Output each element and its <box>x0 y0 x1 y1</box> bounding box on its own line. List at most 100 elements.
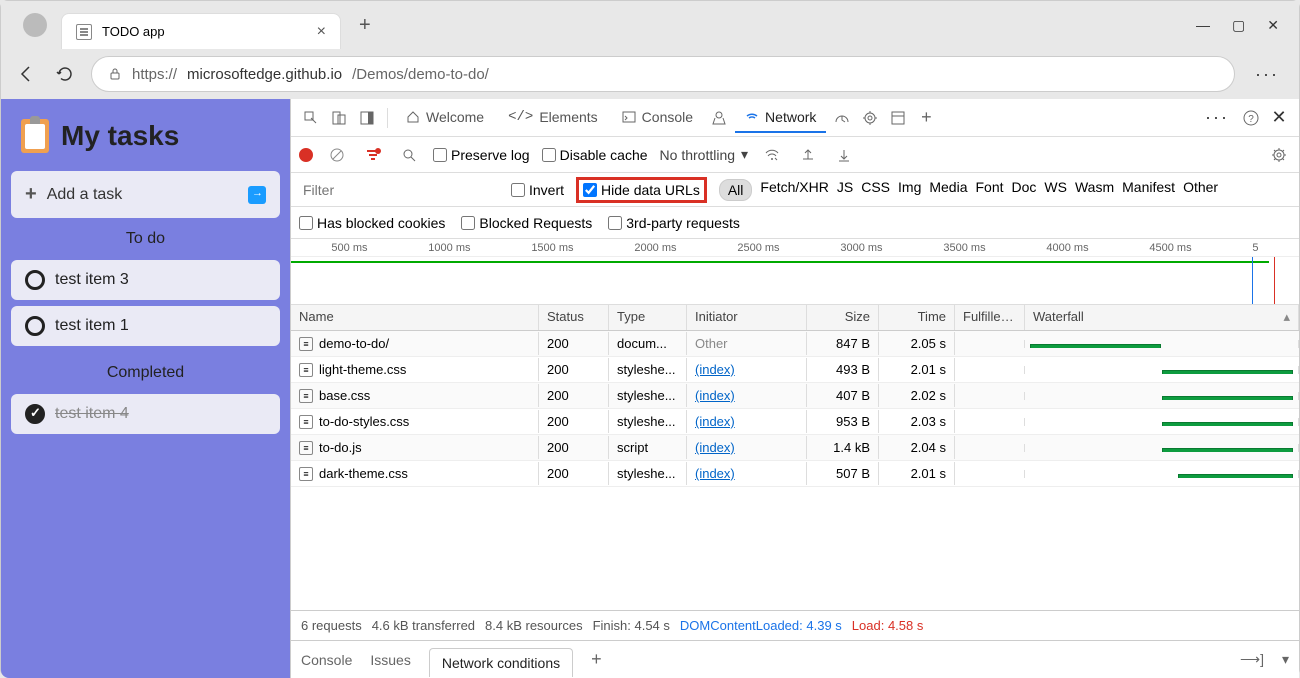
drawer-expand-icon[interactable]: ⟶] <box>1240 651 1264 668</box>
search-icon[interactable] <box>397 143 421 167</box>
task-checkbox[interactable] <box>25 316 45 336</box>
close-tab-icon[interactable]: × <box>317 23 326 41</box>
preserve-log-checkbox[interactable]: Preserve log <box>433 147 530 163</box>
dock-icon[interactable] <box>355 106 379 130</box>
performance-icon[interactable] <box>830 106 854 130</box>
new-tab-button[interactable]: + <box>353 14 377 37</box>
filter-type-ws[interactable]: WS <box>1044 179 1067 201</box>
close-window-icon[interactable]: ✕ <box>1267 17 1279 34</box>
task-item[interactable]: test item 3 <box>11 260 280 300</box>
request-row[interactable]: ≡to-do.js200script(index)1.4 kB2.04 s <box>291 435 1299 461</box>
tab-elements[interactable]: </>Elements <box>498 103 608 133</box>
refresh-button[interactable] <box>53 62 77 86</box>
tab-welcome[interactable]: Welcome <box>396 103 494 133</box>
task-checkbox[interactable] <box>25 270 45 290</box>
drawer-tab-network-conditions[interactable]: Network conditions <box>429 648 573 677</box>
close-devtools-icon[interactable]: ✕ <box>1267 106 1291 130</box>
application-icon[interactable] <box>886 106 910 130</box>
task-label: test item 3 <box>55 271 129 289</box>
request-row[interactable]: ≡base.css200styleshe...(index)407 B2.02 … <box>291 383 1299 409</box>
inspect-icon[interactable] <box>299 106 323 130</box>
col-fulfilled[interactable]: Fulfilled... <box>955 305 1025 330</box>
clear-button[interactable] <box>325 143 349 167</box>
request-row[interactable]: ≡demo-to-do/200docum...Other847 B2.05 s <box>291 331 1299 357</box>
task-checkbox-checked[interactable] <box>25 404 45 424</box>
filter-input[interactable] <box>299 178 499 202</box>
initiator-link[interactable]: (index) <box>695 414 735 429</box>
browser-tab[interactable]: TODO app × <box>61 13 341 49</box>
initiator-link[interactable]: (index) <box>695 388 735 403</box>
blocked-requests-checkbox[interactable]: Blocked Requests <box>461 215 592 231</box>
col-waterfall[interactable]: Waterfall▴ <box>1025 305 1299 330</box>
page-favicon <box>76 24 92 40</box>
sources-icon[interactable] <box>707 106 731 130</box>
filter-type-font[interactable]: Font <box>976 179 1004 201</box>
type-filters: All Fetch/XHR JS CSS Img Media Font Doc WS Wasm Ma… <box>719 179 1218 201</box>
filter-type-all[interactable]: All <box>719 179 753 201</box>
filter-type-media[interactable]: Media <box>929 179 967 201</box>
network-conditions-icon[interactable] <box>760 143 784 167</box>
svg-text:?: ? <box>1248 114 1254 125</box>
request-row[interactable]: ≡light-theme.css200styleshe...(index)493… <box>291 357 1299 383</box>
help-icon[interactable]: ? <box>1239 106 1263 130</box>
device-toggle-icon[interactable] <box>327 106 351 130</box>
filter-type-fetch/xhr[interactable]: Fetch/XHR <box>760 179 828 201</box>
filter-type-doc[interactable]: Doc <box>1012 179 1037 201</box>
timeline-overview[interactable]: 500 ms1000 ms1500 ms2000 ms2500 ms3000 m… <box>291 239 1299 305</box>
tab-console[interactable]: Console <box>612 103 703 133</box>
filter-type-img[interactable]: Img <box>898 179 921 201</box>
invert-checkbox[interactable]: Invert <box>511 182 564 198</box>
third-party-checkbox[interactable]: 3rd-party requests <box>608 215 740 231</box>
filter-type-other[interactable]: Other <box>1183 179 1218 201</box>
initiator-link[interactable]: (index) <box>695 440 735 455</box>
filter-type-js[interactable]: JS <box>837 179 853 201</box>
resource-icon: ≡ <box>299 363 313 377</box>
resource-icon: ≡ <box>299 337 313 351</box>
devtools-menu-icon[interactable]: ··· <box>1199 107 1235 128</box>
minimize-icon[interactable]: — <box>1196 17 1210 34</box>
initiator-link[interactable]: (index) <box>695 466 735 481</box>
more-tabs-icon[interactable]: + <box>914 106 938 130</box>
disable-cache-checkbox[interactable]: Disable cache <box>542 147 648 163</box>
col-type[interactable]: Type <box>609 305 687 330</box>
throttling-select[interactable]: No throttling▾ <box>660 146 749 163</box>
address-bar[interactable]: https://microsoftedge.github.io/Demos/de… <box>91 56 1235 92</box>
filter-type-manifest[interactable]: Manifest <box>1122 179 1175 201</box>
drawer-collapse-icon[interactable]: ▾ <box>1282 651 1289 668</box>
add-task-button[interactable]: + Add a task <box>11 171 280 218</box>
drawer-tab-console[interactable]: Console <box>301 652 352 668</box>
col-status[interactable]: Status <box>539 305 609 330</box>
col-time[interactable]: Time <box>879 305 955 330</box>
request-row[interactable]: ≡to-do-styles.css200styleshe...(index)95… <box>291 409 1299 435</box>
initiator-link[interactable]: (index) <box>695 362 735 377</box>
col-name[interactable]: Name <box>291 305 539 330</box>
back-button[interactable] <box>15 62 39 86</box>
blocked-cookies-checkbox[interactable]: Has blocked cookies <box>299 215 445 231</box>
profile-avatar[interactable] <box>23 13 47 37</box>
hide-data-urls-highlight: Hide data URLs <box>576 177 707 203</box>
col-size[interactable]: Size <box>807 305 879 330</box>
filter-row: Invert Hide data URLs All Fetch/XHR JS CSS I… <box>291 173 1299 207</box>
request-row[interactable]: ≡dark-theme.css200styleshe...(index)507 … <box>291 461 1299 487</box>
export-har-icon[interactable] <box>832 143 856 167</box>
url-toolbar: https://microsoftedge.github.io/Demos/de… <box>1 49 1299 99</box>
browser-menu-icon[interactable]: ··· <box>1249 64 1285 85</box>
filter-type-wasm[interactable]: Wasm <box>1075 179 1114 201</box>
hide-data-urls-checkbox[interactable]: Hide data URLs <box>583 182 700 198</box>
filter-toggle-icon[interactable] <box>361 143 385 167</box>
maximize-icon[interactable]: ▢ <box>1232 17 1245 34</box>
memory-icon[interactable] <box>858 106 882 130</box>
window-controls: — ▢ ✕ <box>1196 17 1291 34</box>
network-settings-icon[interactable] <box>1267 143 1291 167</box>
tab-network[interactable]: Network <box>735 103 826 133</box>
drawer-add-tab-icon[interactable]: + <box>591 649 602 670</box>
drawer-tab-issues[interactable]: Issues <box>370 652 410 668</box>
import-har-icon[interactable] <box>796 143 820 167</box>
submit-task-icon[interactable] <box>248 186 266 204</box>
devtools-panel: Welcome </>Elements Console Network + ··… <box>290 99 1299 678</box>
col-initiator[interactable]: Initiator <box>687 305 807 330</box>
task-item-done[interactable]: test item 4 <box>11 394 280 434</box>
record-button[interactable] <box>299 148 313 162</box>
task-item[interactable]: test item 1 <box>11 306 280 346</box>
filter-type-css[interactable]: CSS <box>861 179 890 201</box>
